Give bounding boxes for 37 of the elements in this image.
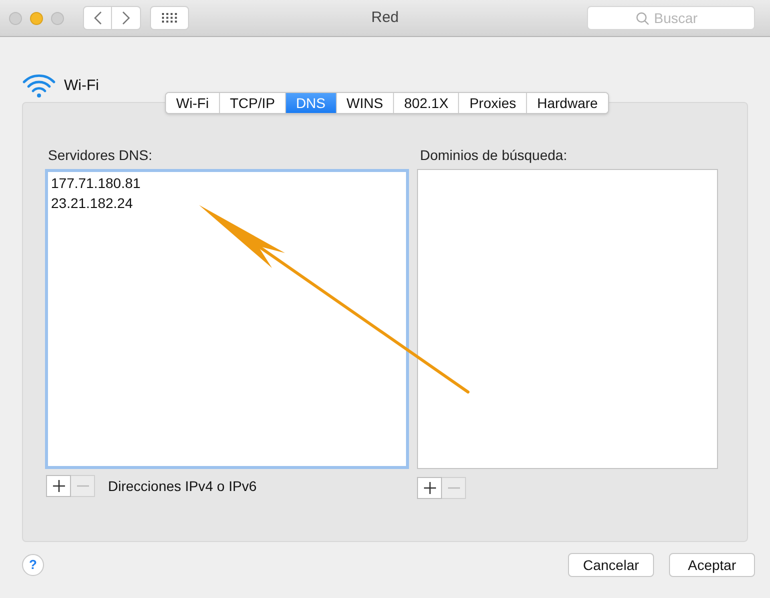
dialog-button[interactable]: Cancelar: [568, 553, 654, 577]
list-label: Dominios de búsqueda:: [420, 146, 568, 165]
forward-button[interactable]: [112, 6, 141, 30]
minus-icon: [448, 487, 460, 489]
chevron-left-icon: [94, 11, 102, 25]
grid-icon: [162, 13, 178, 23]
tab[interactable]: Hardware: [526, 93, 608, 113]
search-icon: [636, 12, 649, 24]
wifi-icon: [22, 74, 56, 98]
list-box[interactable]: [417, 169, 718, 469]
zoom-icon[interactable]: [51, 12, 64, 24]
close-icon[interactable]: [9, 12, 22, 24]
tab[interactable]: WINS: [336, 93, 394, 113]
list-box[interactable]: 177.71.180.81 23.21.182.24: [45, 169, 409, 469]
tab[interactable]: TCP/IP: [218, 93, 285, 113]
tab[interactable]: Proxies: [458, 93, 526, 113]
dialog-button[interactable]: Aceptar: [669, 553, 755, 577]
search-input[interactable]: Buscar: [654, 8, 706, 28]
back-button[interactable]: [83, 6, 112, 30]
hint-text: Direcciones IPv4 o IPv6: [108, 476, 257, 496]
list-entry[interactable]: 177.71.180.81: [48, 173, 406, 193]
minimize-icon[interactable]: [30, 12, 43, 24]
window-title: Red: [371, 8, 399, 28]
plus-icon: [52, 480, 64, 492]
list-entry[interactable]: 23.21.182.24: [48, 193, 406, 213]
search-field[interactable]: Buscar: [587, 6, 755, 30]
tab[interactable]: 802.1X: [393, 93, 458, 113]
interface-name: Wi-Fi: [64, 76, 99, 96]
add-button[interactable]: [46, 475, 71, 497]
list-label: Servidores DNS:: [48, 146, 154, 165]
plus-icon: [424, 482, 436, 494]
tab[interactable]: Wi-Fi: [166, 93, 219, 113]
minus-icon: [76, 485, 88, 487]
add-button[interactable]: [417, 477, 442, 499]
show-all-button[interactable]: [150, 6, 189, 30]
help-button[interactable]: ?: [22, 554, 44, 576]
chevron-right-icon: [122, 11, 130, 25]
